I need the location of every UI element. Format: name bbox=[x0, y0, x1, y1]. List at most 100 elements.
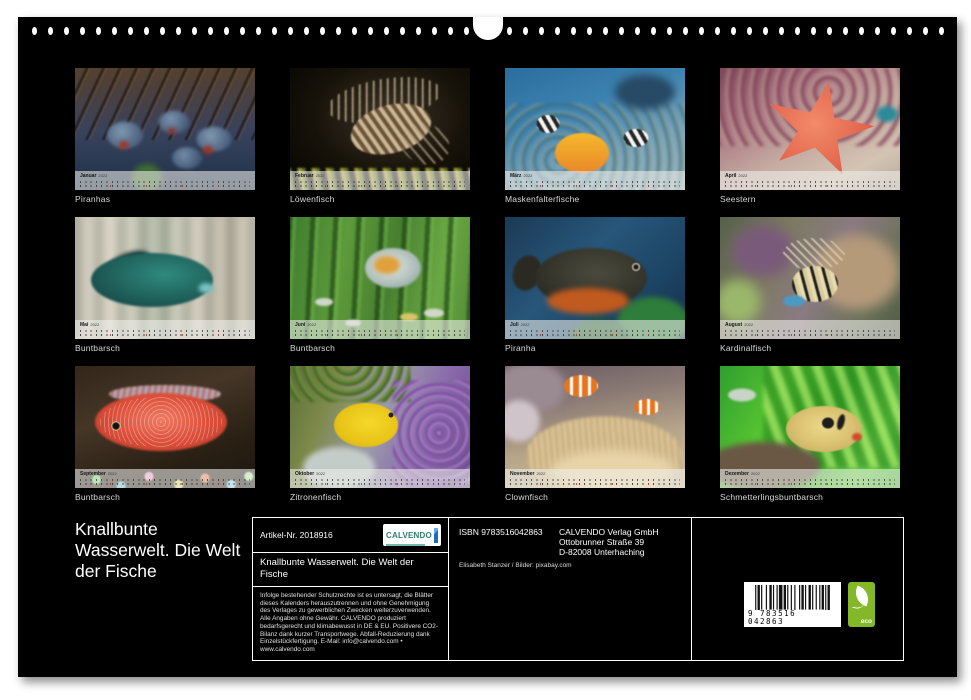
strip-month-label: Januar bbox=[80, 173, 96, 179]
calendar-month-thumbnail: Juni2022 Buntbarsch bbox=[290, 217, 470, 353]
binding-hole bbox=[336, 27, 341, 35]
calendar-month-thumbnail: August2022 Kardinalfisch bbox=[720, 217, 900, 353]
calendar-month-thumbnail: Juli2022 Piranha bbox=[505, 217, 685, 353]
binding-hole bbox=[368, 27, 373, 35]
mini-calendar-dates-row bbox=[80, 483, 250, 485]
photo-subject-shape bbox=[196, 126, 231, 151]
photo-subject-shape bbox=[86, 143, 114, 163]
binding-hole bbox=[811, 27, 816, 35]
month-caption: Zitronenfisch bbox=[290, 492, 470, 502]
photo-subject-shape bbox=[783, 238, 845, 270]
mini-calendar-strip: August2022 bbox=[720, 320, 900, 339]
photo-subject-shape bbox=[315, 298, 333, 306]
month-caption: Buntbarsch bbox=[75, 492, 255, 502]
binding-hole bbox=[555, 27, 560, 35]
calendar-sheet: Januar2022 Piranhas Februar2022 Löwenfis… bbox=[18, 17, 957, 677]
binding-hole bbox=[32, 27, 37, 35]
mini-calendar-strip: Mai2022 bbox=[75, 320, 255, 339]
month-photo: September2022 bbox=[75, 366, 255, 488]
month-caption: Seestern bbox=[720, 194, 900, 204]
calendar-month-thumbnail: November2022 Clownfisch bbox=[505, 366, 685, 502]
month-caption: Buntbarsch bbox=[290, 343, 470, 353]
month-photo: Oktober2022 bbox=[290, 366, 470, 488]
binding-hole bbox=[320, 27, 325, 35]
month-photo: Juni2022 bbox=[290, 217, 470, 339]
strip-year-label: 2022 bbox=[307, 322, 316, 327]
calendar-month-thumbnail: April2022 Seestern bbox=[720, 68, 900, 204]
author-credit: Elisabeth Stanzer / Bilder: pixabay.com bbox=[459, 562, 572, 569]
photo-subject-shape bbox=[615, 75, 675, 110]
binding-hole bbox=[667, 27, 672, 35]
strip-month-label: August bbox=[725, 322, 742, 328]
photo-subject-shape bbox=[374, 256, 400, 274]
strip-month-label: Juni bbox=[295, 322, 305, 328]
photo-subject-shape bbox=[822, 418, 834, 429]
binding-hole bbox=[843, 27, 848, 35]
publisher-address: CALVENDO Verlag GmbH Ottobrunner Straße … bbox=[559, 527, 659, 557]
binding-hole bbox=[64, 27, 69, 35]
publisher-line-3: D-82008 Unterhaching bbox=[559, 547, 659, 557]
mini-calendar-dates-row bbox=[510, 334, 680, 336]
title-line-1: Knallbunte bbox=[75, 519, 240, 540]
strip-year-label: 2022 bbox=[316, 471, 325, 476]
mini-calendar-weekday-row bbox=[725, 330, 895, 332]
binding-hole bbox=[539, 27, 544, 35]
strip-year-label: 2022 bbox=[751, 471, 760, 476]
photo-subject-shape bbox=[547, 288, 629, 314]
mini-calendar-weekday-row bbox=[725, 181, 895, 183]
photo-subject-shape bbox=[172, 147, 202, 169]
calendar-back-cover: Januar2022 Piranhas Februar2022 Löwenfis… bbox=[0, 0, 971, 700]
eco-label: eco bbox=[861, 618, 872, 625]
photo-subject-shape bbox=[290, 366, 410, 402]
photo-subject-shape bbox=[119, 141, 129, 149]
mini-calendar-strip: Januar2022 bbox=[75, 171, 255, 190]
artikel-number: Artikel-Nr. 2018916 bbox=[260, 530, 333, 540]
month-caption: Piranha bbox=[505, 343, 685, 353]
month-grid: Januar2022 Piranhas Februar2022 Löwenfis… bbox=[75, 68, 900, 502]
mini-calendar-strip: Dezember2022 bbox=[720, 469, 900, 488]
strip-year-label: 2022 bbox=[536, 471, 545, 476]
binding-hole bbox=[96, 27, 101, 35]
photo-subject-shape bbox=[728, 389, 756, 402]
mini-calendar-weekday-row bbox=[295, 181, 465, 183]
binding-hole bbox=[939, 27, 944, 35]
mini-calendar-strip: Oktober2022 bbox=[290, 469, 470, 488]
spiral-binding-left bbox=[32, 27, 469, 36]
photo-subject-shape bbox=[564, 375, 598, 397]
isbn-number: ISBN 9783516042863 bbox=[459, 527, 543, 537]
binding-hole bbox=[224, 27, 229, 35]
photo-subject-shape bbox=[203, 146, 213, 154]
mini-calendar-weekday-row bbox=[725, 479, 895, 481]
publisher-line-1: CALVENDO Verlag GmbH bbox=[559, 527, 659, 537]
month-photo: Dezember2022 bbox=[720, 366, 900, 488]
binding-hole bbox=[699, 27, 704, 35]
mini-calendar-strip: September2022 bbox=[75, 469, 255, 488]
month-photo: August2022 bbox=[720, 217, 900, 339]
photo-subject-shape bbox=[720, 280, 761, 325]
title-line-3: der Fische bbox=[75, 561, 240, 582]
barcode-number: 9 783516 042863 bbox=[748, 610, 837, 626]
photo-subject-shape bbox=[168, 128, 176, 134]
binding-hole bbox=[272, 27, 277, 35]
photo-subject-shape bbox=[852, 433, 862, 441]
mini-calendar-weekday-row bbox=[510, 181, 680, 183]
binding-hole bbox=[507, 27, 512, 35]
mini-calendar-weekday-row bbox=[80, 181, 250, 183]
month-caption: Schmetterlingsbuntbarsch bbox=[720, 492, 900, 502]
mini-calendar-weekday-row bbox=[295, 330, 465, 332]
hanger-hole bbox=[473, 17, 503, 40]
strip-year-label: 2022 bbox=[316, 173, 325, 178]
month-caption: Piranhas bbox=[75, 194, 255, 204]
photo-subject-shape bbox=[334, 403, 398, 447]
mini-calendar-dates-row bbox=[295, 185, 465, 187]
binding-hole bbox=[795, 27, 800, 35]
calendar-month-thumbnail: September2022 Buntbarsch bbox=[75, 366, 255, 502]
info-col-publisher: ISBN 9783516042863 CALVENDO Verlag GmbH … bbox=[449, 518, 692, 660]
calvendo-logo: CALVENDO bbox=[383, 524, 441, 546]
binding-hole bbox=[763, 27, 768, 35]
mini-calendar-dates-row bbox=[725, 185, 895, 187]
calendar-month-thumbnail: März2022 Maskenfalterfische bbox=[505, 68, 685, 204]
binding-hole bbox=[160, 27, 165, 35]
strip-month-label: Juli bbox=[510, 322, 519, 328]
binding-hole bbox=[523, 27, 528, 35]
